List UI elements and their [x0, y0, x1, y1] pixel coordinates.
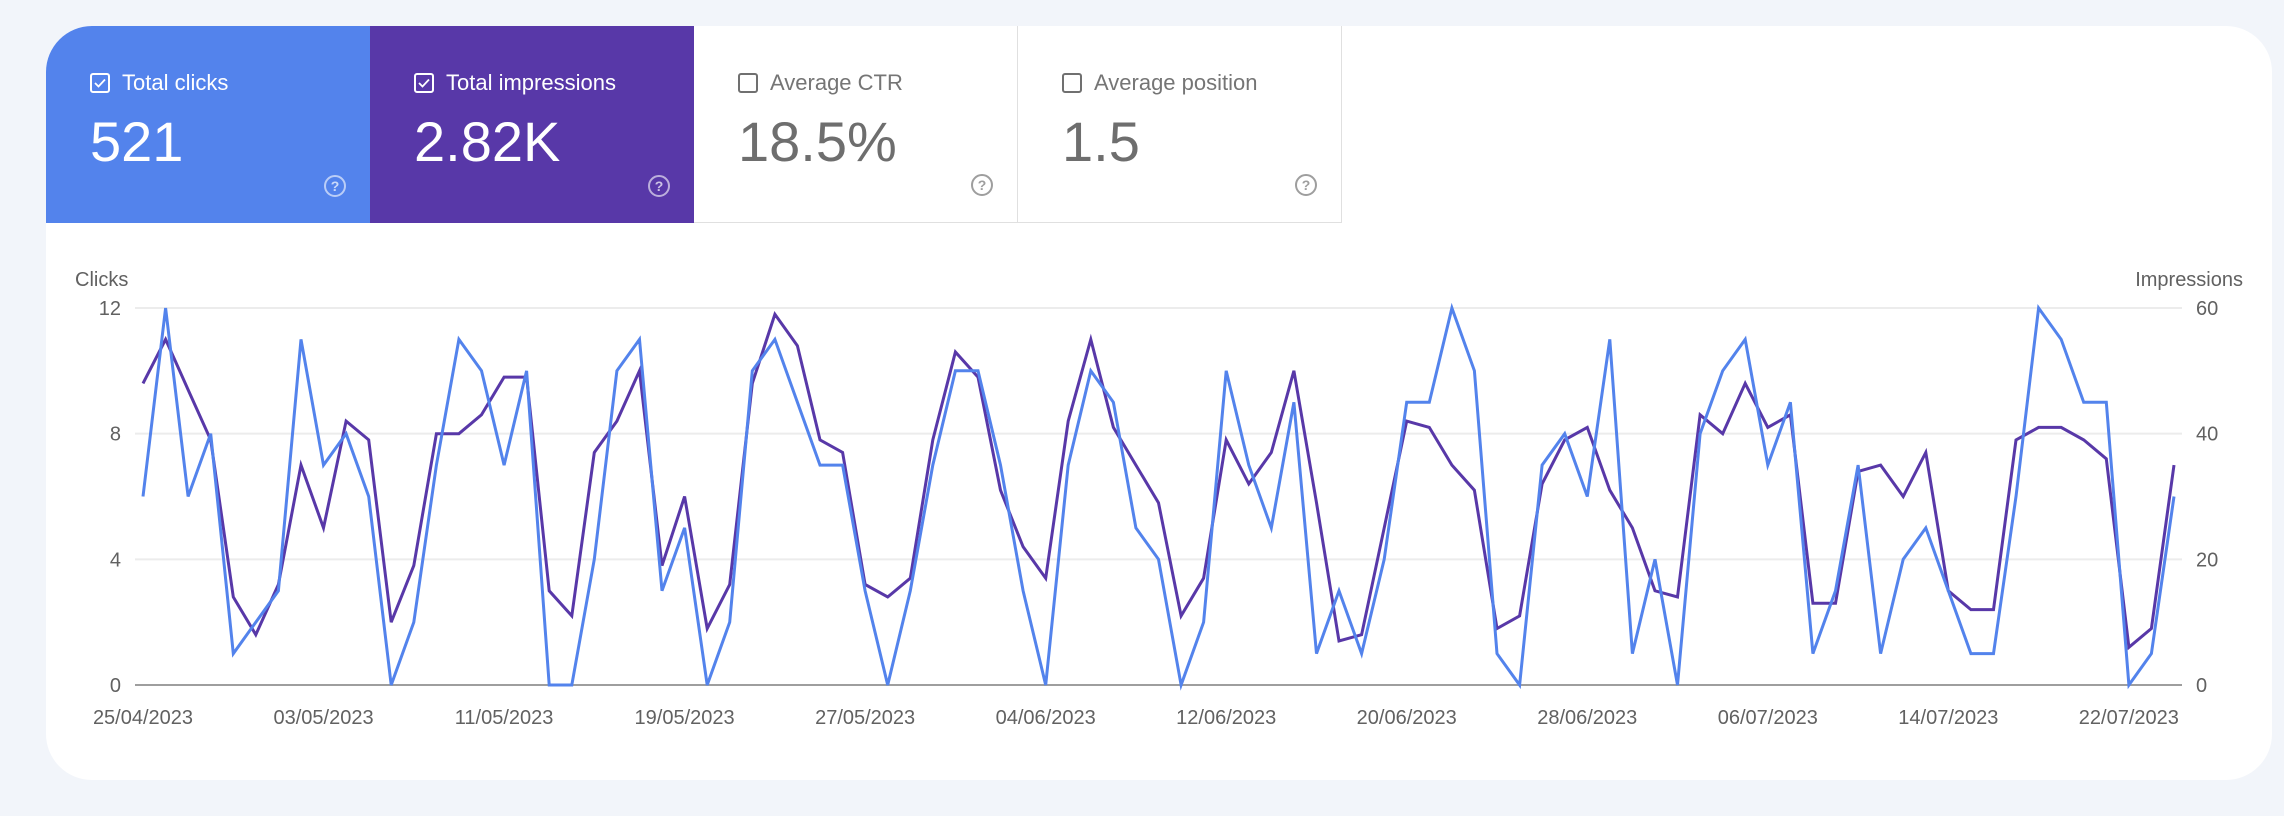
y-tick-label-right: 40	[2196, 424, 2218, 446]
x-tick-label: 14/07/2023	[1898, 707, 1998, 729]
x-tick-label: 28/06/2023	[1537, 707, 1637, 729]
performance-panel: Total clicks 521 ? Total impressions 2.8…	[46, 26, 2272, 780]
x-tick-label: 25/04/2023	[93, 707, 193, 729]
x-tick-label: 20/06/2023	[1357, 707, 1457, 729]
x-tick-label: 12/06/2023	[1176, 707, 1276, 729]
x-tick-label: 06/07/2023	[1718, 707, 1818, 729]
x-tick-label: 19/05/2023	[635, 707, 735, 729]
y-tick-label-left: 8	[110, 424, 121, 446]
y-tick-label-left: 4	[110, 549, 121, 571]
left-axis-label: Clicks	[75, 269, 128, 291]
performance-chart: Clicks Impressions 0 4 8 12 0 20 40 60 25/04/2…	[75, 269, 2243, 729]
y-tick-label-right: 60	[2196, 298, 2218, 320]
y-tick-label-left: 0	[110, 675, 121, 697]
series-line-impressions	[141, 311, 2176, 651]
x-tick-label: 03/05/2023	[273, 707, 373, 729]
x-tick-label: 27/05/2023	[815, 707, 915, 729]
y-tick-label-left: 12	[99, 298, 121, 320]
x-tick-label: 22/07/2023	[2079, 707, 2179, 729]
series-line-clicks	[141, 302, 2176, 691]
right-axis-label: Impressions	[2135, 269, 2243, 291]
x-tick-label: 11/05/2023	[455, 707, 554, 729]
y-tick-label-right: 0	[2196, 675, 2207, 697]
y-tick-label-right: 20	[2196, 549, 2218, 571]
x-tick-label: 04/06/2023	[996, 707, 1096, 729]
